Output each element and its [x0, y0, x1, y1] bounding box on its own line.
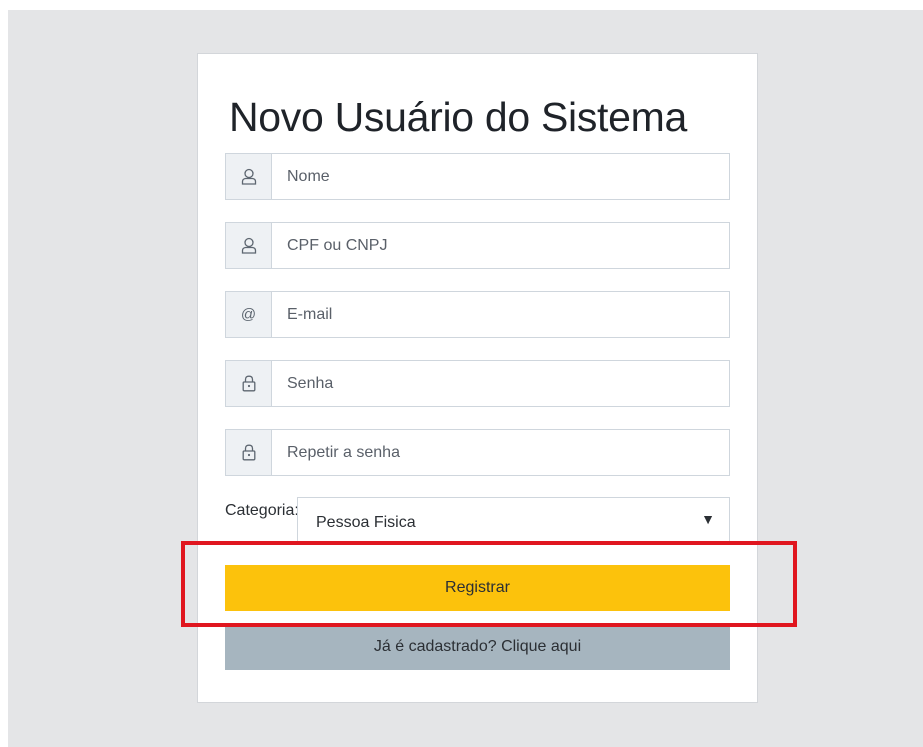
- name-input[interactable]: [272, 154, 729, 199]
- cpf-cnpj-field: [225, 222, 730, 269]
- repeat-password-input[interactable]: [272, 430, 729, 475]
- registration-card: Novo Usuário do Sistema @ Categoria: Pes…: [197, 53, 758, 703]
- user-icon: [226, 223, 272, 268]
- repeat-password-field: [225, 429, 730, 476]
- login-link-button[interactable]: Já é cadastrado? Clique aqui: [225, 624, 730, 670]
- user-icon: [226, 154, 272, 199]
- name-field: [225, 153, 730, 200]
- password-input[interactable]: [272, 361, 729, 406]
- cpf-cnpj-input[interactable]: [272, 223, 729, 268]
- password-field: [225, 360, 730, 407]
- chevron-down-icon: ▼: [701, 511, 715, 527]
- category-selected-value: Pessoa Fisica: [316, 514, 416, 531]
- category-select[interactable]: Pessoa Fisica ▼: [297, 497, 730, 544]
- at-icon: @: [226, 292, 272, 337]
- lock-icon: [226, 361, 272, 406]
- category-label: Categoria:: [225, 502, 299, 519]
- page-title: Novo Usuário do Sistema: [229, 94, 687, 140]
- email-input[interactable]: [272, 292, 729, 337]
- lock-icon: [226, 430, 272, 475]
- email-field: @: [225, 291, 730, 338]
- register-button[interactable]: Registrar: [225, 565, 730, 611]
